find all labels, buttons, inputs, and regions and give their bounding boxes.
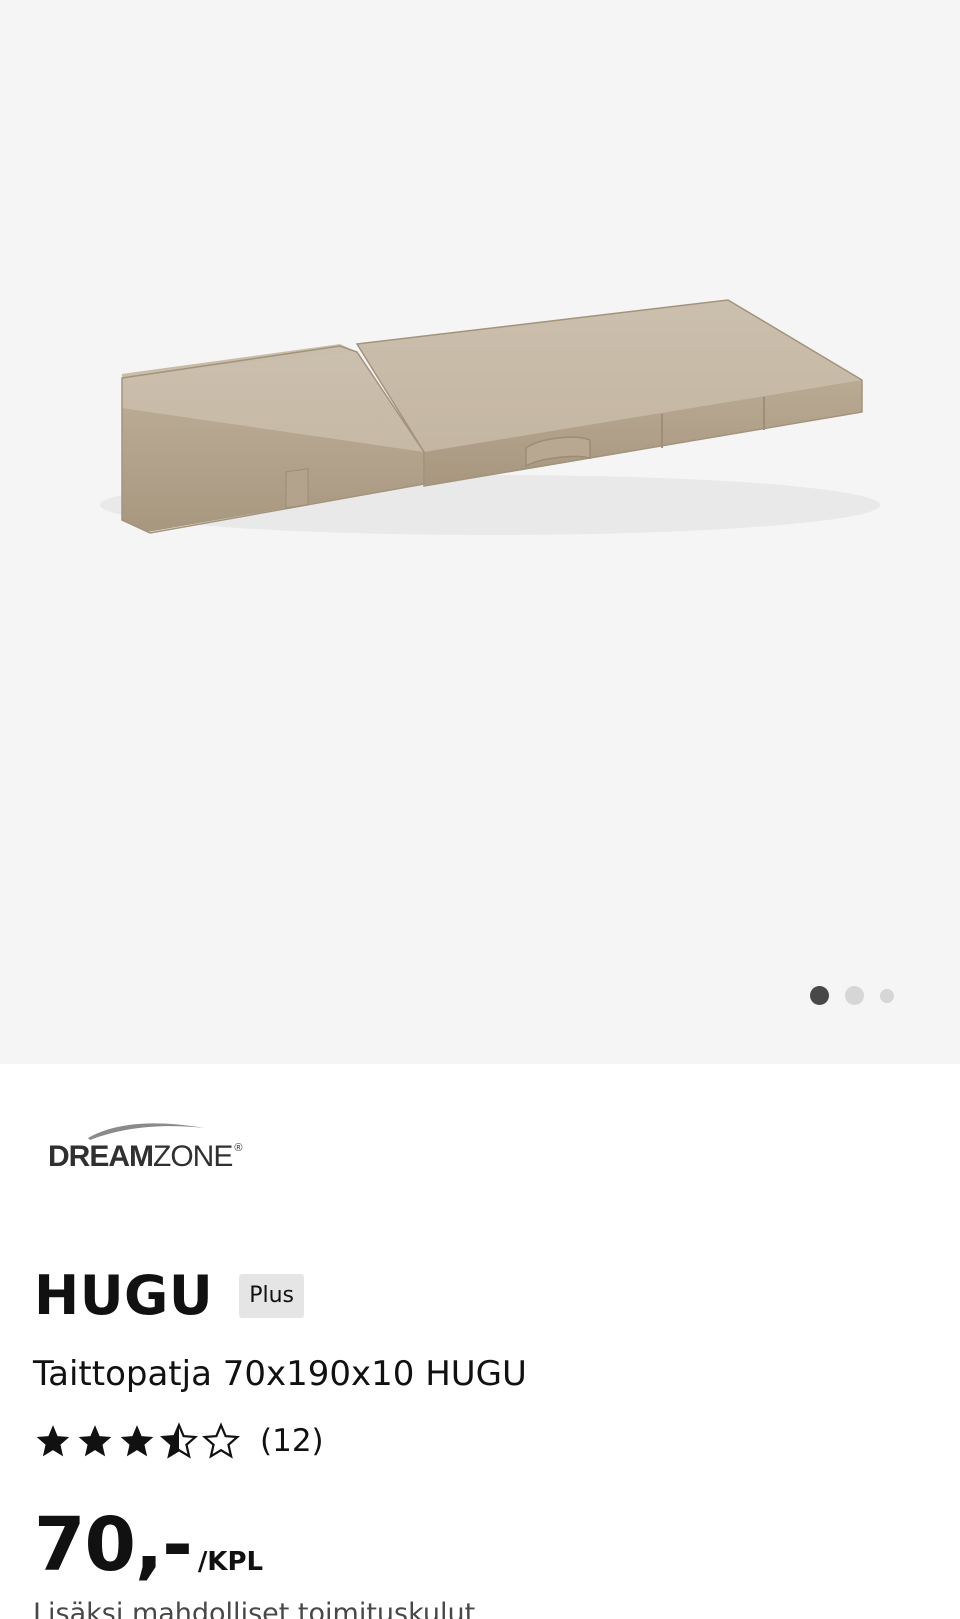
price-value: 70,- [34, 1502, 193, 1588]
brand-registered-mark: ® [234, 1142, 242, 1154]
price: 70,- /KPL [34, 1502, 263, 1588]
brand-name-light: ZONE [153, 1140, 233, 1173]
gallery-dot-2[interactable] [845, 986, 864, 1005]
product-description: Taittopatja 70x190x10 HUGU [33, 1354, 527, 1394]
brand-logo[interactable]: DREAMZONE ® [46, 1118, 256, 1194]
brand-swoosh-icon [88, 1123, 204, 1140]
shipping-note: Lisäksi mahdolliset toimituskulut [33, 1598, 476, 1619]
product-name: HUGU [34, 1264, 214, 1327]
star-full-icon [120, 1425, 154, 1457]
star-empty-icon [202, 1422, 240, 1459]
brand-name-bold: DREAM [48, 1140, 154, 1173]
gallery-pagination [810, 986, 894, 1005]
price-unit: /KPL [197, 1547, 264, 1577]
plus-badge: Plus [239, 1274, 305, 1318]
star-full-icon [78, 1425, 112, 1457]
brand-name: DREAMZONE ® [48, 1140, 242, 1174]
product-title-row: HUGU Plus [34, 1264, 305, 1328]
rating-stars [34, 1422, 240, 1460]
product-image[interactable] [0, 0, 960, 1064]
product-image-gallery[interactable] [0, 0, 960, 1064]
star-half-icon [160, 1422, 198, 1459]
review-count[interactable]: (12) [260, 1423, 324, 1459]
product-page: DREAMZONE ® HUGU Plus Taittopatja 70x190x… [0, 0, 960, 1619]
gallery-dot-1[interactable] [810, 986, 829, 1005]
gallery-dot-3[interactable] [880, 988, 894, 1003]
product-rating[interactable]: (12) [34, 1422, 324, 1460]
star-full-icon [36, 1425, 70, 1457]
